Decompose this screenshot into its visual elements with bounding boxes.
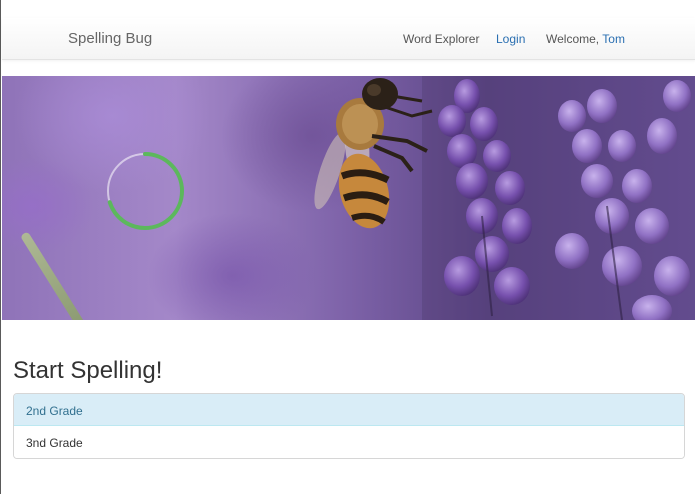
nav-word-explorer[interactable]: Word Explorer xyxy=(403,32,479,46)
grade-item-3nd[interactable]: 3nd Grade xyxy=(14,426,684,458)
grade-item-2nd[interactable]: 2nd Grade xyxy=(14,394,684,426)
navbar: Spelling Bug Word Explorer Login Welcome… xyxy=(2,18,695,60)
brand-link[interactable]: Spelling Bug xyxy=(68,30,152,47)
grade-list: 2nd Grade 3nd Grade xyxy=(13,393,685,459)
bee-illustration xyxy=(314,78,433,229)
loading-spinner-icon xyxy=(106,152,184,230)
page-heading: Start Spelling! xyxy=(13,357,163,384)
page: Spelling Bug Word Explorer Login Welcome… xyxy=(0,0,695,494)
nav-login[interactable]: Login xyxy=(496,32,525,46)
lavender-flowers xyxy=(422,76,695,320)
welcome-text: Welcome, Tom xyxy=(546,32,625,46)
welcome-prefix: Welcome, xyxy=(546,32,600,46)
hero-banner xyxy=(2,76,695,320)
flower-stem xyxy=(20,231,97,320)
user-name-link[interactable]: Tom xyxy=(602,32,625,46)
